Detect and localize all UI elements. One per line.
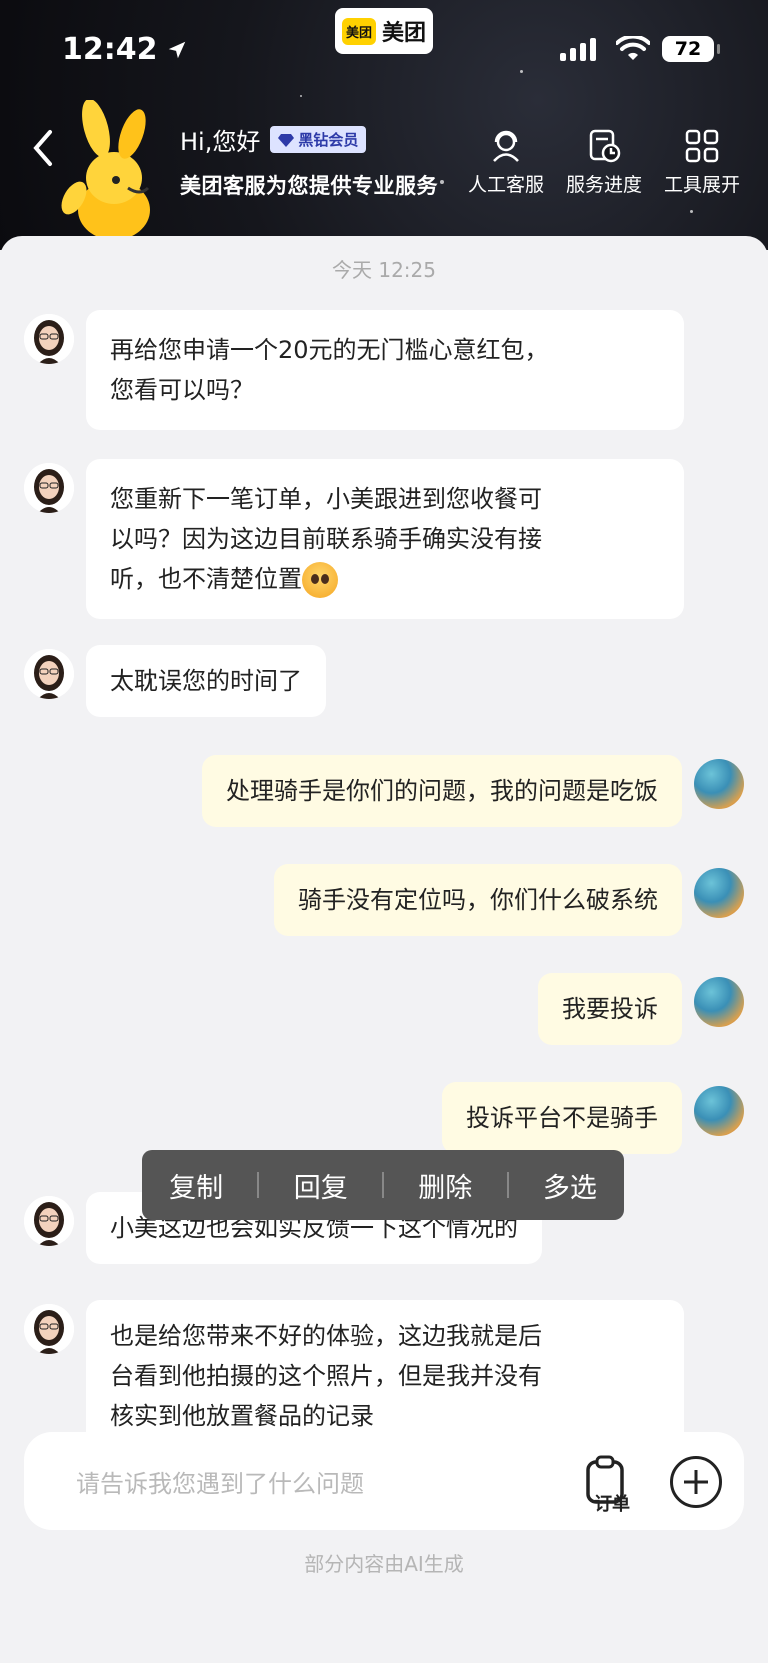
agent-avatar[interactable] (24, 314, 74, 364)
member-badge: 黑钻会员 (270, 126, 367, 153)
agent-avatar-icon (24, 314, 74, 364)
message-text: 我要投诉 (562, 995, 658, 1023)
date-divider: 今天 12:25 (332, 258, 436, 282)
message-text: 台看到他拍摄的这个照片，但是我并没有 (110, 1362, 542, 1390)
greeting: Hi,您好 黑钻会员 (180, 122, 367, 157)
agent-avatar[interactable] (24, 1304, 74, 1354)
app-indicator[interactable]: 美团 美团 (335, 8, 433, 54)
ai-disclaimer: 部分内容由AI生成 (304, 1552, 464, 1576)
message-bubble[interactable]: 处理骑手是你们的问题，我的问题是吃饭 (202, 755, 682, 827)
message-text: 也是给您带来不好的体验，这边我就是后 (110, 1322, 542, 1350)
header: 12:42 美团 美团 72 Hi,您好 黑钻会员 美团客服为您提供专业服务 人… (0, 0, 768, 250)
status-bar: 12:42 美团 美团 72 (0, 8, 768, 74)
location-arrow-icon (168, 41, 185, 58)
diamond-icon (278, 133, 295, 147)
message-text-line: 听，也不清楚位置 (110, 559, 660, 599)
message-text: 骑手没有定位吗，你们什么破系统 (298, 886, 658, 914)
input-bar: 请告诉我您遇到了什么问题 订单 (24, 1432, 744, 1530)
agent-avatar[interactable] (24, 649, 74, 699)
message-bubble[interactable]: 我要投诉 (538, 973, 682, 1045)
tool-label: 人工客服 (467, 174, 544, 196)
menu-delete[interactable]: 删除 (418, 1166, 472, 1205)
app-name: 美团 (382, 21, 427, 46)
cellular-signal-icon (560, 38, 596, 61)
agent-avatar-icon (24, 649, 74, 699)
message-text: 再给您申请一个20元的无门槛心意红包， (110, 336, 549, 364)
user-avatar[interactable] (694, 977, 744, 1027)
agent-headset-icon (493, 130, 519, 162)
greeting-text: Hi,您好 (180, 128, 261, 156)
agent-avatar-icon (24, 1304, 74, 1354)
message-text: 核实到他放置餐品的记录 (110, 1402, 374, 1430)
menu-reply[interactable]: 回复 (294, 1166, 348, 1205)
message-bubble[interactable]: 也是给您带来不好的体验，这边我就是后 台看到他拍摄的这个照片，但是我并没有 核实… (86, 1300, 684, 1452)
tool-label: 工具展开 (663, 174, 740, 196)
message-bubble[interactable]: 您重新下一笔订单，小美跟进到您收餐可 以吗？因为这边目前联系骑手确实没有接 听，… (86, 459, 684, 619)
message-bubble[interactable]: 太耽误您的时间了 (86, 645, 326, 717)
message-text: 您看可以吗？ (110, 376, 254, 404)
tool-expand[interactable]: 工具展开 (660, 128, 744, 197)
user-avatar[interactable] (694, 759, 744, 809)
add-plus-icon[interactable] (670, 1456, 722, 1508)
message-bubble[interactable]: 骑手没有定位吗，你们什么破系统 (274, 864, 682, 936)
menu-divider (257, 1172, 260, 1198)
tool-label: 服务进度 (565, 174, 642, 196)
header-tools: 人工客服 服务进度 工具展开 (464, 128, 744, 197)
agent-avatar-icon (24, 1196, 74, 1246)
menu-copy[interactable]: 复制 (169, 1166, 223, 1205)
agent-avatar[interactable] (24, 1196, 74, 1246)
menu-multiselect[interactable]: 多选 (543, 1166, 597, 1205)
message-bubble[interactable]: 投诉平台不是骑手 (442, 1082, 682, 1154)
grid-icon (685, 129, 719, 163)
user-avatar[interactable] (694, 868, 744, 918)
message-text: 听，也不清楚位置 (110, 565, 302, 593)
progress-clock-icon (589, 129, 621, 163)
agent-avatar[interactable] (24, 463, 74, 513)
header-subtitle: 美团客服为您提供专业服务 (180, 174, 438, 198)
message-text: 您重新下一笔订单，小美跟进到您收餐可 (110, 485, 542, 513)
menu-divider (381, 1172, 384, 1198)
message-text: 以吗？因为这边目前联系骑手确实没有接 (110, 525, 542, 553)
message-text: 处理骑手是你们的问题，我的问题是吃饭 (226, 777, 658, 805)
user-avatar[interactable] (694, 1086, 744, 1136)
status-time: 12:42 (62, 32, 188, 67)
message-text: 太耽误您的时间了 (110, 667, 302, 695)
back-chevron-icon[interactable] (28, 128, 58, 168)
kangaroo-mascot-icon (61, 100, 150, 240)
tool-service-progress[interactable]: 服务进度 (562, 128, 646, 197)
menu-divider (506, 1172, 509, 1198)
order-label[interactable]: 订单 (594, 1490, 630, 1516)
message-input[interactable]: 请告诉我您遇到了什么问题 (76, 1464, 364, 1499)
battery-indicator: 72 (662, 36, 720, 62)
meituan-logo: 美团 (341, 17, 376, 45)
time-text: 12:42 (62, 32, 158, 67)
badge-text: 黑钻会员 (298, 131, 359, 149)
wifi-icon (616, 36, 650, 60)
tool-human-agent[interactable]: 人工客服 (464, 128, 548, 197)
message-text: 投诉平台不是骑手 (466, 1104, 658, 1132)
message-bubble[interactable]: 再给您申请一个20元的无门槛心意红包， 您看可以吗？ (86, 310, 684, 430)
pleading-face-emoji-icon (302, 562, 338, 598)
agent-avatar-icon (24, 463, 74, 513)
context-menu: 复制 回复 删除 多选 (142, 1150, 624, 1220)
